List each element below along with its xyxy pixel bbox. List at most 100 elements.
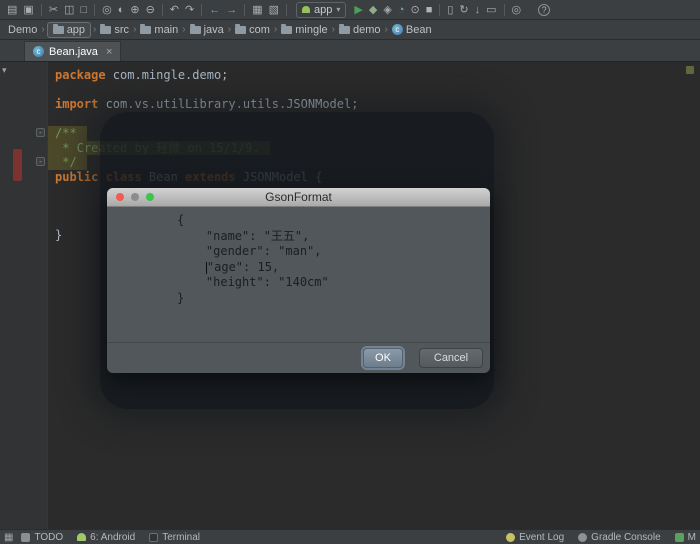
breadcrumb-item-demo[interactable]: Demo <box>6 24 39 36</box>
copy-icon[interactable]: ◫ <box>61 1 77 19</box>
eventlog-icon <box>506 533 515 542</box>
statusbar-item-gradle[interactable]: Gradle Console <box>578 532 660 543</box>
breadcrumb-separator: › <box>91 24 98 35</box>
toolbar-separator <box>244 4 245 16</box>
cancel-button[interactable]: Cancel <box>419 348 483 368</box>
hide-windows-icon[interactable]: ▧ <box>266 1 282 19</box>
toolbar-separator <box>286 4 287 16</box>
attach-icon[interactable]: ⊙ <box>407 1 422 19</box>
zoom-window-icon[interactable] <box>146 193 154 201</box>
redo-icon[interactable]: ↷ <box>182 1 197 19</box>
find-icon[interactable]: ◎ <box>99 1 115 19</box>
chevron-down-icon[interactable]: ▾ <box>2 65 7 76</box>
breadcrumb-item-app[interactable]: app <box>47 22 91 38</box>
zoom-in-icon[interactable]: ⊕ <box>127 1 142 19</box>
statusbar-item-android[interactable]: 6: Android <box>77 532 135 543</box>
sdk-manager-icon[interactable]: ↓ <box>472 1 484 19</box>
statusbar-label: 6: Android <box>90 532 135 543</box>
editor-gutter: ▾ - - <box>0 62 48 529</box>
save-all-icon[interactable]: ▣ <box>20 1 36 19</box>
close-tab-icon[interactable]: × <box>106 46 112 58</box>
help-icon[interactable]: ? <box>538 4 550 16</box>
stop-icon[interactable]: ■ <box>423 1 436 19</box>
toolbar-separator <box>41 4 42 16</box>
dialog-titlebar[interactable]: GsonFormat <box>107 188 490 207</box>
statusbar-label: Gradle Console <box>591 532 660 543</box>
breadcrumb-label: mingle <box>295 24 327 36</box>
breadcrumb-item-src[interactable]: src <box>98 24 131 36</box>
breadcrumb-item-demo[interactable]: demo <box>337 24 383 36</box>
paste-icon[interactable]: □ <box>77 1 90 19</box>
ok-button[interactable]: OK <box>363 348 403 368</box>
undo-icon[interactable]: ↶ <box>167 1 182 19</box>
statusbar-label: TODO <box>34 532 63 543</box>
coverage-icon[interactable]: ◈ <box>380 1 394 19</box>
status-bar: ▦ TODO 6: Android Terminal Event Log Gradle C… <box>0 529 700 544</box>
forward-icon[interactable]: → <box>223 1 240 19</box>
breadcrumb-label: src <box>114 24 129 36</box>
json-line: "age": 15, <box>177 260 482 276</box>
breadcrumb-label: Demo <box>8 24 37 36</box>
statusbar-item-terminal[interactable]: Terminal <box>149 532 200 543</box>
toolbar-separator <box>94 4 95 16</box>
breadcrumb-item-com[interactable]: com <box>233 24 272 36</box>
replace-icon[interactable]: ◐ <box>115 1 128 19</box>
statusbar-label: M <box>688 532 696 543</box>
statusbar-item-todo[interactable]: TODO <box>21 532 63 543</box>
fold-marker-icon[interactable]: - <box>36 157 45 166</box>
cut-icon[interactable]: ✂ <box>46 1 61 19</box>
zoom-out-icon[interactable]: ⊖ <box>143 1 158 19</box>
breadcrumb-item-main[interactable]: main <box>138 24 180 36</box>
code-line: */ <box>48 155 87 170</box>
profiler-icon[interactable]: ◔ <box>395 1 408 19</box>
json-line: "name": "王五", <box>177 229 482 245</box>
run-config-label: app <box>314 4 332 16</box>
run-config-selector[interactable]: app ▾ <box>296 2 346 18</box>
breadcrumb-label: main <box>154 24 178 36</box>
terminal-icon <box>149 533 158 542</box>
breadcrumb-item-bean[interactable]: cBean <box>390 24 434 36</box>
breadcrumb: Demo›app›src›main›java›com›mingle›demo›c… <box>0 20 700 40</box>
fold-marker-icon[interactable]: - <box>36 128 45 137</box>
statusbar-item-eventlog[interactable]: Event Log <box>506 532 564 543</box>
code-line: import com.vs.utilLibrary.utils.JSONMode… <box>55 97 700 112</box>
statusbar-item-memory[interactable]: M <box>675 532 696 543</box>
folder-icon <box>281 26 292 34</box>
toolwindow-toggle-icon[interactable]: ▦ <box>4 532 13 543</box>
memory-icon <box>675 533 684 542</box>
back-icon[interactable]: ← <box>206 1 223 19</box>
folder-icon <box>339 26 350 34</box>
statusbar-label: Terminal <box>162 532 200 543</box>
sync-icon[interactable]: ↻ <box>456 1 471 19</box>
main-toolbar: ▤▣✂◫□◎◐⊕⊖↶↷←→▦▧app▾▶◆◈◔⊙■▯↻↓▭◎? <box>0 0 700 20</box>
tab-bean-java[interactable]: c Bean.java × <box>24 41 121 61</box>
minimize-window-icon[interactable] <box>131 193 139 201</box>
dialog-button-bar: OK Cancel <box>107 342 490 373</box>
statusbar-label: Event Log <box>519 532 564 543</box>
layout-icon[interactable]: ▦ <box>249 1 265 19</box>
device-icon[interactable]: ▯ <box>444 1 456 19</box>
search-everywhere-icon[interactable]: ◎ <box>509 1 525 19</box>
debug-icon[interactable]: ◆ <box>366 1 380 19</box>
class-icon: c <box>392 24 403 35</box>
toolbar-separator <box>504 4 505 16</box>
code-line: package com.mingle.demo; <box>55 68 700 83</box>
text-caret <box>206 262 207 274</box>
chevron-down-icon: ▾ <box>336 5 340 14</box>
code-line: /** <box>48 126 87 141</box>
run-icon[interactable]: ▶ <box>351 1 365 19</box>
code-line <box>55 83 700 98</box>
marker-stripe <box>13 149 22 181</box>
tab-label: Bean.java <box>49 46 98 58</box>
inspection-indicator-icon[interactable] <box>686 66 694 74</box>
android-icon <box>302 6 310 13</box>
gradle-icon <box>578 533 587 542</box>
breadcrumb-item-mingle[interactable]: mingle <box>279 24 329 36</box>
close-window-icon[interactable] <box>116 193 124 201</box>
breadcrumb-label: java <box>204 24 224 36</box>
toolbar-separator <box>439 4 440 16</box>
avd-manager-icon[interactable]: ▭ <box>483 1 499 19</box>
open-project-icon[interactable]: ▤ <box>4 1 20 19</box>
json-input-area[interactable]: { "name": "王五", "gender": "man", "age": … <box>107 207 490 342</box>
breadcrumb-item-java[interactable]: java <box>188 24 226 36</box>
